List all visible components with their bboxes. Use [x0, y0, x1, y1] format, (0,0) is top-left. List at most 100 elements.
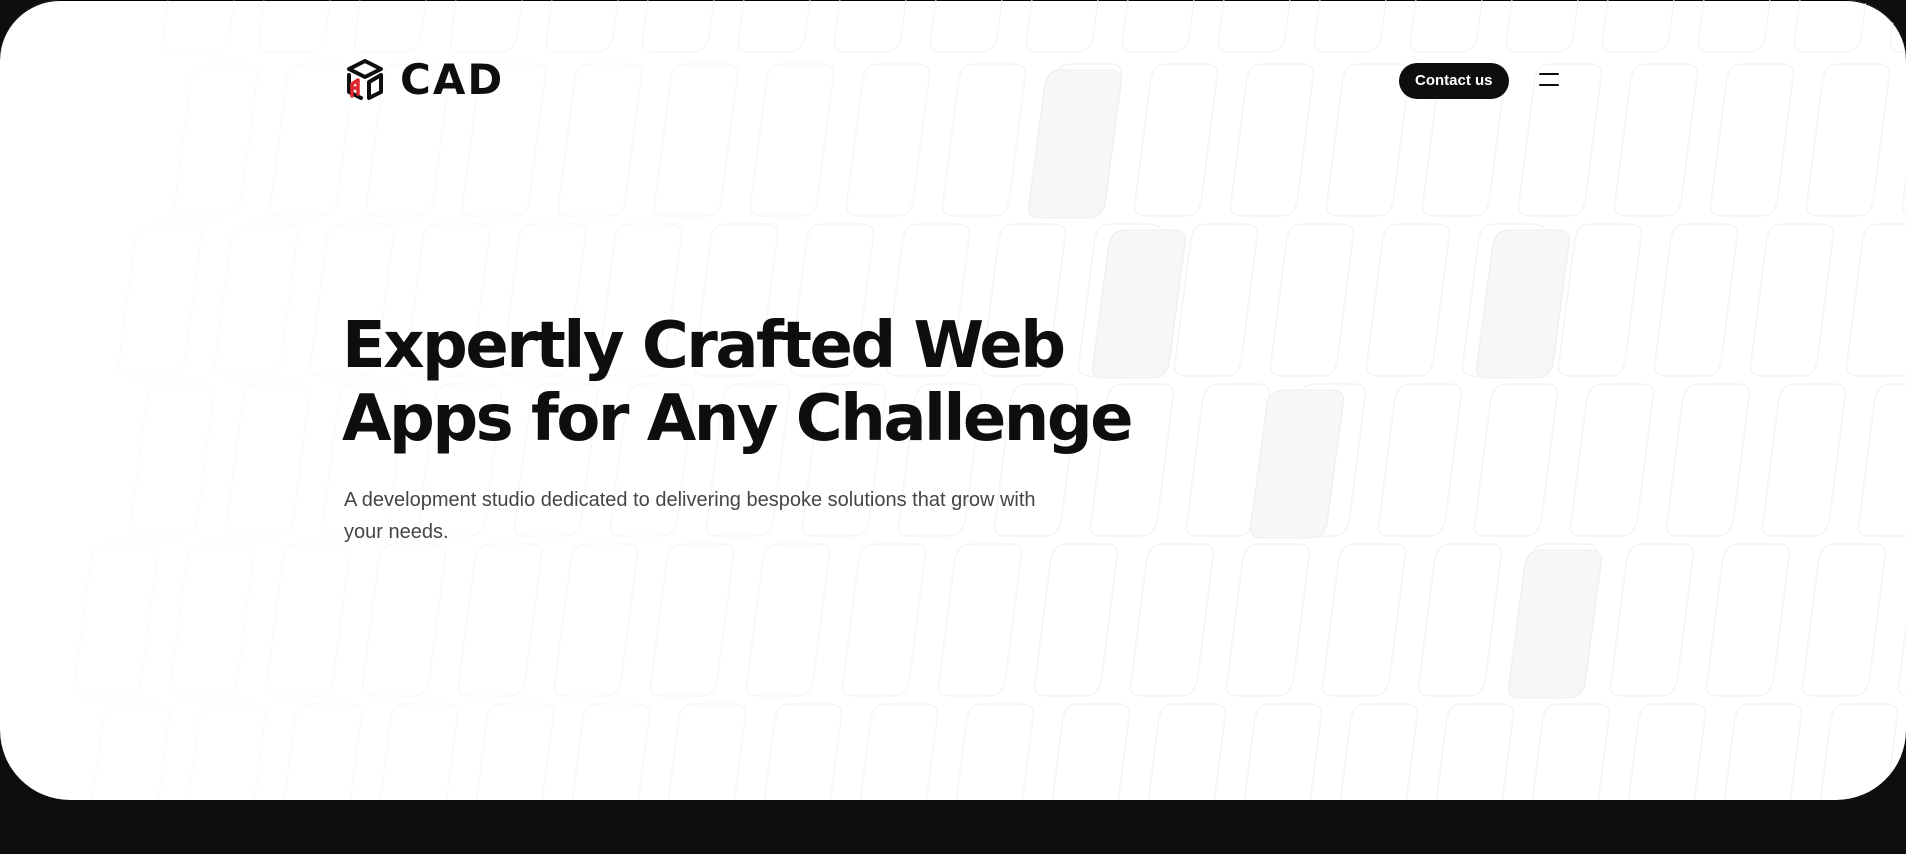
- grid-cell: [173, 63, 259, 217]
- hero-subtitle-line-1: A development studio dedicated to delive…: [344, 489, 1036, 511]
- grid-cell: [1417, 543, 1503, 697]
- grid-cell: [73, 543, 159, 697]
- grid-cell: [1365, 223, 1451, 377]
- dark-footer-band: [0, 800, 1906, 854]
- grid-cell: [1281, 383, 1367, 537]
- grid-cell: [1609, 543, 1695, 697]
- grid-cell: [1185, 383, 1271, 537]
- grid-cell: [117, 223, 203, 377]
- grid-cell: [1473, 383, 1559, 537]
- grid-cell: [1613, 63, 1699, 217]
- grid-cell: [833, 0, 907, 53]
- grid-cell: [1665, 383, 1751, 537]
- hero-subtitle: A development studio dedicated to delive…: [344, 484, 1084, 548]
- grid-cell: [1653, 223, 1739, 377]
- grid-cell: [1557, 223, 1643, 377]
- grid-cell: [353, 0, 427, 53]
- grid-cell: [257, 0, 331, 53]
- grid-cell: [129, 383, 215, 537]
- grid-cell: [1217, 0, 1291, 53]
- brand-logo-link[interactable]: CAD: [344, 58, 504, 102]
- page: CAD Contact us Expertly Crafted Web Apps…: [0, 0, 1906, 854]
- grid-cell: [1225, 543, 1311, 697]
- grid-cell: [937, 543, 1023, 697]
- grid-cell: [1705, 543, 1791, 697]
- cube-logo-icon: [347, 59, 383, 100]
- grid-cell: [475, 703, 555, 800]
- grid-cell: [1513, 543, 1599, 697]
- grid-cell: [1627, 703, 1707, 800]
- grid-cell: [763, 703, 843, 800]
- grid-cell: [1269, 223, 1355, 377]
- grid-cell: [1321, 543, 1407, 697]
- grid-cell: [745, 543, 831, 697]
- grid-cell: [1313, 0, 1387, 53]
- grid-cell: [269, 63, 355, 217]
- grid-cell: [265, 543, 351, 697]
- grid-cell: [1901, 174, 1906, 215]
- grid-cell: [1531, 703, 1611, 800]
- hero-headline-line-1: Expertly Crafted Web: [342, 309, 1066, 383]
- grid-cell: [1723, 703, 1803, 800]
- grid-cell: [859, 703, 939, 800]
- grid-cell: [571, 703, 651, 800]
- grid-cell: [361, 543, 447, 697]
- grid-highlight-cell: [1250, 389, 1344, 539]
- grid-cell: [283, 703, 363, 800]
- grid-cell: [449, 0, 523, 53]
- grid-cell: [1749, 223, 1835, 377]
- grid-cell: [1409, 0, 1483, 53]
- grid-cell: [1601, 0, 1675, 53]
- grid-cell: [955, 703, 1035, 800]
- hero-subtitle-line-2: your needs.: [344, 521, 449, 543]
- grid-cell: [91, 703, 171, 800]
- grid-cell: [457, 543, 543, 697]
- grid-cell: [1033, 543, 1119, 697]
- hero-section: CAD Contact us Expertly Crafted Web Apps…: [0, 0, 1906, 800]
- grid-cell: [213, 223, 299, 377]
- grid-cell: [1819, 703, 1899, 800]
- grid-cell: [1339, 703, 1419, 800]
- grid-cell: [379, 703, 459, 800]
- contact-us-button[interactable]: Contact us: [1399, 63, 1509, 99]
- grid-cell: [1569, 383, 1655, 537]
- grid-cell: [1889, 0, 1906, 53]
- grid-cell: [841, 543, 927, 697]
- grid-cell: [169, 543, 255, 697]
- grid-cell: [1025, 0, 1099, 53]
- grid-cell: [1121, 0, 1195, 53]
- grid-cell: [1243, 703, 1323, 800]
- top-navigation: CAD Contact us: [344, 52, 1564, 112]
- grid-highlight-cell: [1476, 229, 1570, 379]
- grid-cell: [1051, 703, 1131, 800]
- grid-cell: [1461, 223, 1547, 377]
- grid-cell: [187, 703, 267, 800]
- grid-highlight-cell: [1508, 549, 1602, 699]
- grid-cell: [929, 0, 1003, 53]
- grid-cell: [553, 543, 639, 697]
- grid-cell: [1805, 63, 1891, 217]
- grid-cell: [667, 703, 747, 800]
- grid-cell: [1697, 0, 1771, 53]
- grid-cell: [1761, 383, 1847, 537]
- grid-cell: [161, 0, 235, 53]
- grid-cell: [225, 383, 311, 537]
- grid-cell: [649, 543, 735, 697]
- grid-cell: [1709, 63, 1795, 217]
- brand-name: CAD: [400, 55, 505, 104]
- hero-headline-line-2: Apps for Any Challenge: [342, 382, 1134, 456]
- hamburger-menu-icon[interactable]: [1534, 66, 1564, 94]
- grid-cell: [1147, 703, 1227, 800]
- grid-cell: [641, 0, 715, 53]
- grid-cell: [1857, 383, 1906, 537]
- grid-cell: [1435, 703, 1515, 800]
- grid-cell: [545, 0, 619, 53]
- grid-cell: [1377, 383, 1463, 537]
- hero-headline: Expertly Crafted Web Apps for Any Challe…: [342, 310, 1162, 456]
- grid-cell: [737, 0, 811, 53]
- grid-cell: [1129, 543, 1215, 697]
- grid-cell: [1801, 543, 1887, 697]
- grid-cell: [1505, 0, 1579, 53]
- grid-cell: [1793, 0, 1867, 53]
- grid-cell: [1845, 223, 1906, 377]
